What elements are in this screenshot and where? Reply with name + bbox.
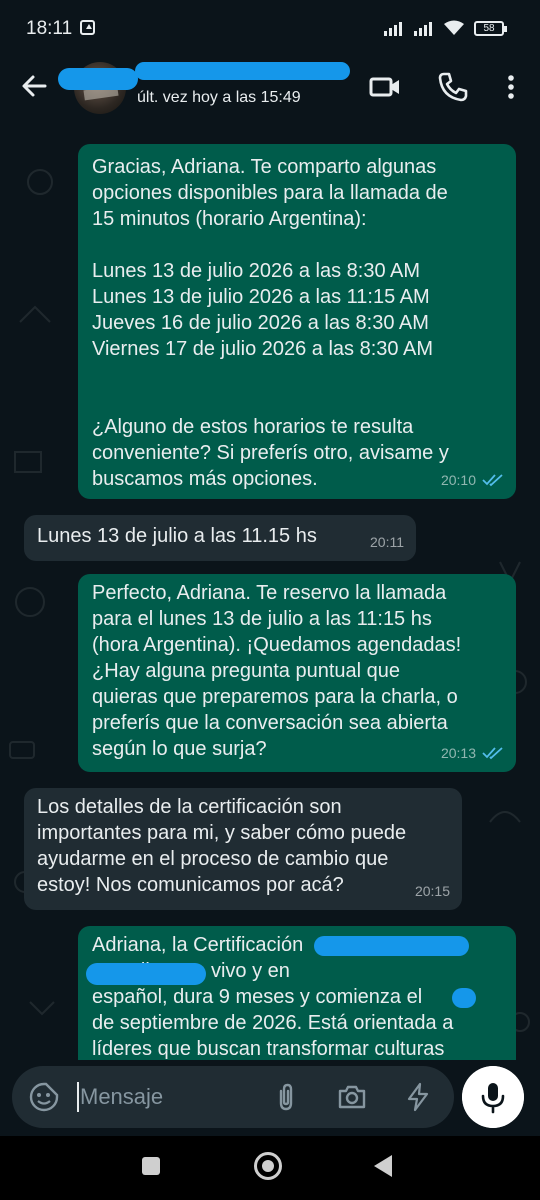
message-meta: 20:15: [415, 878, 450, 904]
signal-icon: [414, 22, 438, 36]
mic-icon[interactable]: [462, 1066, 524, 1128]
message-meta: 20:10: [441, 467, 504, 493]
chat-header: últ. vez hoy a las 15:49: [0, 58, 540, 122]
bolt-icon[interactable]: [402, 1081, 434, 1113]
message-placeholder: Mensaje: [80, 1084, 164, 1109]
redaction-mark: [452, 988, 476, 1008]
battery-indicator: 58: [474, 21, 507, 36]
message-time: 20:13: [440, 745, 476, 761]
upload-notification-icon: [80, 20, 95, 35]
status-time: 18:11: [26, 18, 73, 39]
message-text: Los detalles de la certificación son imp…: [37, 796, 407, 896]
recents-button[interactable]: [142, 1157, 160, 1175]
redaction-mark: [58, 68, 138, 90]
voice-call-icon[interactable]: [436, 70, 470, 104]
attach-icon[interactable]: [270, 1081, 302, 1113]
signal-icon: [384, 22, 408, 36]
message-time: 20:10: [440, 472, 476, 488]
more-vert-icon[interactable]: [494, 70, 528, 104]
message-text: Lunes 13 de julio a las 11.15 hs: [37, 525, 317, 547]
message-time: 20:15: [414, 883, 450, 899]
system-back-button[interactable]: [374, 1155, 392, 1177]
contact-name-redacted[interactable]: [135, 62, 350, 80]
message-input[interactable]: Mensaje: [12, 1066, 454, 1128]
message-outgoing[interactable]: Perfecto, Adriana. Te reservo la llamada…: [78, 574, 516, 772]
text-cursor: [77, 1082, 79, 1112]
redaction-mark: [314, 936, 469, 956]
message-meta: 20:11: [370, 529, 404, 555]
redaction-mark: [86, 963, 206, 985]
message-text: Perfecto, Adriana. Te reservo la llamada…: [92, 582, 462, 760]
message-incoming[interactable]: Los detalles de la certificación son imp…: [24, 788, 462, 910]
chat-scroll-area[interactable]: Gracias, Adriana. Te comparto algunas op…: [0, 122, 540, 1060]
wifi-icon: [444, 20, 464, 35]
emoji-sticker-icon[interactable]: [28, 1081, 60, 1113]
status-bar: 18:11 58: [0, 0, 540, 58]
message-outgoing[interactable]: Adriana, la Certificación es online, en …: [78, 926, 516, 1060]
read-ticks-icon: [482, 474, 503, 487]
message-time: 20:11: [370, 534, 404, 550]
camera-icon[interactable]: [336, 1081, 368, 1113]
message-incoming[interactable]: Lunes 13 de julio a las 11.15 hs 20:11: [24, 515, 416, 561]
message-outgoing[interactable]: Gracias, Adriana. Te comparto algunas op…: [78, 144, 516, 499]
message-text: Gracias, Adriana. Te comparto algunas op…: [92, 156, 449, 490]
last-seen-status: últ. vez hoy a las 15:49: [137, 89, 301, 106]
system-nav-bar: [0, 1136, 540, 1200]
composer-bar: Mensaje: [0, 1060, 540, 1136]
video-call-icon[interactable]: [368, 70, 402, 104]
message-meta: 20:13: [441, 740, 504, 766]
back-arrow-icon[interactable]: [20, 72, 48, 100]
read-ticks-icon: [482, 747, 503, 760]
home-button[interactable]: [254, 1152, 282, 1180]
